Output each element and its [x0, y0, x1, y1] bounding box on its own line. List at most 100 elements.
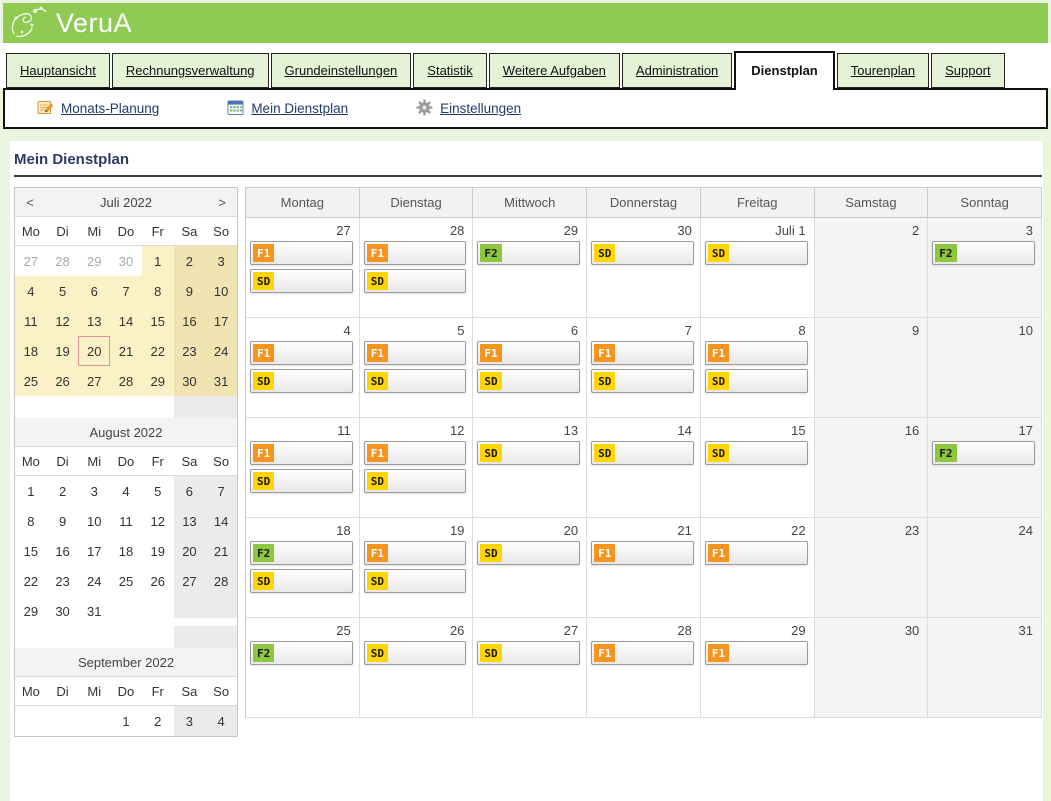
calendar-day-cell[interactable]: 2 [815, 218, 929, 318]
shift-entry[interactable]: SD [364, 269, 467, 293]
tab-statistik[interactable]: Statistik [413, 53, 487, 88]
calendar-day-cell[interactable]: 30SD [587, 218, 701, 318]
mini-day[interactable]: 2 [47, 476, 79, 506]
shift-entry[interactable]: SD [250, 369, 353, 393]
calendar-day-cell[interactable]: 31 [928, 618, 1042, 718]
calendar-day-cell[interactable]: 14SD [587, 418, 701, 518]
mini-day[interactable]: 27 [15, 246, 47, 276]
shift-entry[interactable]: F1 [591, 641, 694, 665]
calendar-day-cell[interactable]: 8F1SD [701, 318, 815, 418]
mini-day[interactable]: 11 [110, 506, 142, 536]
shift-entry[interactable]: SD [364, 369, 467, 393]
tab-rechnungsverwaltung[interactable]: Rechnungsverwaltung [112, 53, 269, 88]
calendar-day-cell[interactable]: Juli 1SD [701, 218, 815, 318]
mini-day[interactable]: 3 [174, 706, 206, 736]
mini-day[interactable]: 27 [78, 366, 110, 396]
mini-day[interactable]: 4 [205, 706, 237, 736]
shift-entry[interactable]: F1 [364, 241, 467, 265]
calendar-day-cell[interactable]: 24 [928, 518, 1042, 618]
shift-entry[interactable]: SD [705, 441, 808, 465]
calendar-day-cell[interactable]: 28F1SD [360, 218, 474, 318]
mini-day[interactable]: 18 [15, 336, 47, 366]
mini-day[interactable]: 5 [47, 276, 79, 306]
shift-entry[interactable]: F1 [705, 341, 808, 365]
shift-entry[interactable]: SD [705, 241, 808, 265]
mini-day[interactable]: 20 [78, 336, 110, 366]
mini-day[interactable]: 29 [142, 366, 174, 396]
mini-day[interactable]: 22 [15, 566, 47, 596]
shift-entry[interactable]: F2 [250, 541, 353, 565]
mini-day[interactable]: 30 [47, 596, 79, 626]
mini-day[interactable]: 23 [47, 566, 79, 596]
shift-entry[interactable]: SD [250, 469, 353, 493]
mini-day[interactable]: 16 [47, 536, 79, 566]
calendar-day-cell[interactable]: 23 [815, 518, 929, 618]
mini-day[interactable]: 7 [205, 476, 237, 506]
mini-day[interactable]: 1 [15, 476, 47, 506]
mini-day[interactable]: 1 [142, 246, 174, 276]
calendar-day-cell[interactable]: 5F1SD [360, 318, 474, 418]
tab-grundeinstellungen[interactable]: Grundeinstellungen [271, 53, 412, 88]
shift-entry[interactable]: SD [364, 641, 467, 665]
mini-day[interactable]: 7 [110, 276, 142, 306]
mini-day[interactable]: 4 [15, 276, 47, 306]
mini-day[interactable]: 6 [78, 276, 110, 306]
shift-entry[interactable]: SD [591, 369, 694, 393]
mini-day[interactable]: 28 [110, 366, 142, 396]
shift-entry[interactable]: F1 [477, 341, 580, 365]
calendar-day-cell[interactable]: 4F1SD [246, 318, 360, 418]
mini-day[interactable]: 15 [142, 306, 174, 336]
shift-entry[interactable]: F1 [250, 341, 353, 365]
calendar-day-cell[interactable]: 29F1 [701, 618, 815, 718]
tab-weitere-aufgaben[interactable]: Weitere Aufgaben [489, 53, 620, 88]
calendar-day-cell[interactable]: 28F1 [587, 618, 701, 718]
mini-day[interactable]: 28 [205, 566, 237, 596]
prev-month-button[interactable]: < [17, 188, 43, 216]
calendar-day-cell[interactable]: 15SD [701, 418, 815, 518]
mini-day[interactable]: 1 [110, 706, 142, 736]
mini-day[interactable]: 30 [174, 366, 206, 396]
mini-day[interactable]: 29 [15, 596, 47, 626]
shift-entry[interactable]: F2 [250, 641, 353, 665]
calendar-day-cell[interactable]: 10 [928, 318, 1042, 418]
mini-day[interactable]: 25 [110, 566, 142, 596]
shift-entry[interactable]: SD [364, 569, 467, 593]
mini-day[interactable]: 10 [205, 276, 237, 306]
shift-entry[interactable]: F1 [364, 341, 467, 365]
shift-entry[interactable]: F2 [932, 441, 1035, 465]
shift-entry[interactable]: SD [477, 541, 580, 565]
calendar-day-cell[interactable]: 9 [815, 318, 929, 418]
mini-day[interactable]: 12 [47, 306, 79, 336]
tab-hauptansicht[interactable]: Hauptansicht [6, 53, 110, 88]
shift-entry[interactable]: F1 [591, 341, 694, 365]
calendar-day-cell[interactable]: 22F1 [701, 518, 815, 618]
mini-day[interactable]: 21 [110, 336, 142, 366]
calendar-day-cell[interactable]: 21F1 [587, 518, 701, 618]
mini-day[interactable]: 8 [15, 506, 47, 536]
mini-day[interactable]: 4 [110, 476, 142, 506]
mini-day[interactable]: 28 [47, 246, 79, 276]
calendar-day-cell[interactable]: 13SD [473, 418, 587, 518]
calendar-day-cell[interactable]: 7F1SD [587, 318, 701, 418]
mini-day[interactable]: 27 [174, 566, 206, 596]
shift-entry[interactable]: SD [250, 269, 353, 293]
mini-day[interactable]: 15 [15, 536, 47, 566]
mini-day[interactable]: 14 [205, 506, 237, 536]
mini-day[interactable]: 18 [110, 536, 142, 566]
shift-entry[interactable]: F1 [705, 641, 808, 665]
tab-dienstplan[interactable]: Dienstplan [734, 51, 834, 90]
mini-day[interactable]: 16 [174, 306, 206, 336]
tab-tourenplan[interactable]: Tourenplan [837, 53, 929, 88]
mini-day[interactable]: 3 [78, 476, 110, 506]
shift-entry[interactable]: F1 [364, 441, 467, 465]
mini-day[interactable]: 13 [174, 506, 206, 536]
shift-entry[interactable]: SD [477, 641, 580, 665]
mini-day[interactable]: 24 [205, 336, 237, 366]
mini-day[interactable]: 19 [142, 536, 174, 566]
shift-entry[interactable]: F1 [591, 541, 694, 565]
calendar-day-cell[interactable]: 3F2 [928, 218, 1042, 318]
shift-entry[interactable]: SD [591, 441, 694, 465]
calendar-day-cell[interactable]: 18F2SD [246, 518, 360, 618]
calendar-day-cell[interactable]: 27F1SD [246, 218, 360, 318]
calendar-day-cell[interactable]: 25F2 [246, 618, 360, 718]
